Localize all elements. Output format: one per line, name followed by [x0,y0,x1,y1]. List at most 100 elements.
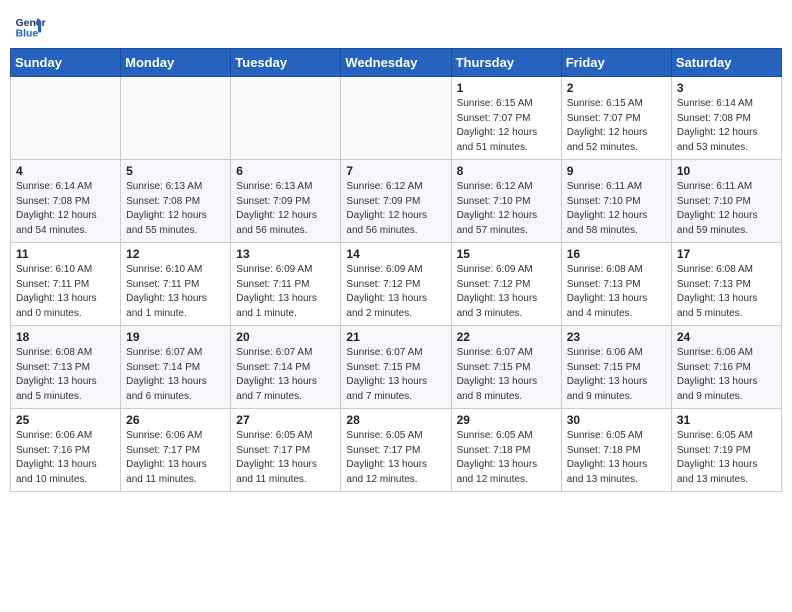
day-number: 31 [677,413,776,427]
day-info: Sunrise: 6:07 AM Sunset: 7:14 PM Dayligh… [126,346,225,404]
day-number: 1 [457,81,556,95]
weekday-wednesday: Wednesday [341,49,451,77]
day-cell: 10Sunrise: 6:11 AM Sunset: 7:10 PM Dayli… [671,160,781,243]
day-info: Sunrise: 6:07 AM Sunset: 7:15 PM Dayligh… [457,346,556,404]
day-number: 23 [567,330,666,344]
day-info: Sunrise: 6:05 AM Sunset: 7:18 PM Dayligh… [457,429,556,487]
day-cell [341,77,451,160]
day-info: Sunrise: 6:07 AM Sunset: 7:15 PM Dayligh… [346,346,445,404]
day-info: Sunrise: 6:05 AM Sunset: 7:17 PM Dayligh… [346,429,445,487]
day-number: 27 [236,413,335,427]
weekday-monday: Monday [121,49,231,77]
day-info: Sunrise: 6:06 AM Sunset: 7:17 PM Dayligh… [126,429,225,487]
day-cell: 13 Sunrise: 6:09 AM Sunset: 7:11 PM Dayli… [231,243,341,326]
day-info: Sunrise: 6:12 AM Sunset: 7:09 PM Dayligh… [346,180,445,238]
day-number: 13 [236,247,335,261]
day-number: 18 [16,330,115,344]
day-info: Sunrise: 6:10 AM Sunset: 7:11 PM Dayligh… [126,263,225,321]
day-number: 9 [567,164,666,178]
day-cell: 17 Sunrise: 6:08 AM Sunset: 7:13 PM Dayli… [671,243,781,326]
day-number: 24 [677,330,776,344]
day-info: Sunrise: 6:08 AM Sunset: 7:13 PM Dayligh… [567,263,666,321]
day-number: 17 [677,247,776,261]
day-cell: 30Sunrise: 6:05 AM Sunset: 7:18 PM Dayli… [561,409,671,492]
week-row-3: 11 Sunrise: 6:10 AM Sunset: 7:11 PM Dayli… [11,243,782,326]
day-number: 26 [126,413,225,427]
day-cell [121,77,231,160]
day-number: 22 [457,330,556,344]
day-number: 5 [126,164,225,178]
day-info: Sunrise: 6:08 AM Sunset: 7:13 PM Dayligh… [16,346,115,404]
day-number: 20 [236,330,335,344]
day-info: Sunrise: 6:14 AM Sunset: 7:08 PM Dayligh… [677,97,776,155]
day-info: Sunrise: 6:10 AM Sunset: 7:11 PM Dayligh… [16,263,115,321]
day-cell: 16 Sunrise: 6:08 AM Sunset: 7:13 PM Dayli… [561,243,671,326]
weekday-tuesday: Tuesday [231,49,341,77]
day-cell: 9 Sunrise: 6:11 AM Sunset: 7:10 PM Daylig… [561,160,671,243]
day-cell: 4 Sunrise: 6:14 AM Sunset: 7:08 PM Daylig… [11,160,121,243]
day-info: Sunrise: 6:06 AM Sunset: 7:15 PM Dayligh… [567,346,666,404]
day-number: 8 [457,164,556,178]
day-number: 2 [567,81,666,95]
day-info: Sunrise: 6:05 AM Sunset: 7:17 PM Dayligh… [236,429,335,487]
day-info: Sunrise: 6:05 AM Sunset: 7:19 PM Dayligh… [677,429,776,487]
day-cell: 1Sunrise: 6:15 AM Sunset: 7:07 PM Daylig… [451,77,561,160]
day-cell: 26 Sunrise: 6:06 AM Sunset: 7:17 PM Dayli… [121,409,231,492]
day-number: 12 [126,247,225,261]
day-cell: 15 Sunrise: 6:09 AM Sunset: 7:12 PM Dayli… [451,243,561,326]
day-number: 4 [16,164,115,178]
day-cell: 31 Sunrise: 6:05 AM Sunset: 7:19 PM Dayli… [671,409,781,492]
day-cell: 29 Sunrise: 6:05 AM Sunset: 7:18 PM Dayli… [451,409,561,492]
day-number: 14 [346,247,445,261]
day-cell: 5 Sunrise: 6:13 AM Sunset: 7:08 PM Daylig… [121,160,231,243]
day-number: 15 [457,247,556,261]
week-row-5: 25 Sunrise: 6:06 AM Sunset: 7:16 PM Dayli… [11,409,782,492]
day-number: 11 [16,247,115,261]
week-row-2: 4 Sunrise: 6:14 AM Sunset: 7:08 PM Daylig… [11,160,782,243]
weekday-saturday: Saturday [671,49,781,77]
day-info: Sunrise: 6:09 AM Sunset: 7:12 PM Dayligh… [457,263,556,321]
day-cell: 14Sunrise: 6:09 AM Sunset: 7:12 PM Dayli… [341,243,451,326]
day-cell: 6 Sunrise: 6:13 AM Sunset: 7:09 PM Daylig… [231,160,341,243]
day-info: Sunrise: 6:08 AM Sunset: 7:13 PM Dayligh… [677,263,776,321]
day-number: 25 [16,413,115,427]
week-row-1: 1 Sunrise: 6:15 AM Sunset: 7:07 PM Daylig… [11,77,782,160]
day-number: 16 [567,247,666,261]
day-cell: 22 Sunrise: 6:07 AM Sunset: 7:15 PM Dayli… [451,326,561,409]
logo: General Blue [14,10,46,42]
weekday-sunday: Sunday [11,49,121,77]
day-cell: 18 Sunrise: 6:08 AM Sunset: 7:13 PM Dayli… [11,326,121,409]
day-info: Sunrise: 6:11 AM Sunset: 7:10 PM Dayligh… [567,180,666,238]
day-cell: 19 Sunrise: 6:07 AM Sunset: 7:14 PM Dayli… [121,326,231,409]
weekday-thursday: Thursday [451,49,561,77]
day-info: Sunrise: 6:12 AM Sunset: 7:10 PM Dayligh… [457,180,556,238]
day-info: Sunrise: 6:09 AM Sunset: 7:11 PM Dayligh… [236,263,335,321]
day-number: 28 [346,413,445,427]
day-cell: 8 Sunrise: 6:12 AM Sunset: 7:10 PM Daylig… [451,160,561,243]
day-number: 7 [346,164,445,178]
day-number: 19 [126,330,225,344]
day-cell: 2 Sunrise: 6:15 AM Sunset: 7:07 PM Daylig… [561,77,671,160]
day-number: 29 [457,413,556,427]
day-cell [231,77,341,160]
svg-text:Blue: Blue [16,28,39,39]
day-info: Sunrise: 6:06 AM Sunset: 7:16 PM Dayligh… [16,429,115,487]
day-info: Sunrise: 6:11 AM Sunset: 7:10 PM Dayligh… [677,180,776,238]
day-info: Sunrise: 6:14 AM Sunset: 7:08 PM Dayligh… [16,180,115,238]
weekday-friday: Friday [561,49,671,77]
day-number: 3 [677,81,776,95]
day-info: Sunrise: 6:13 AM Sunset: 7:09 PM Dayligh… [236,180,335,238]
day-number: 6 [236,164,335,178]
day-info: Sunrise: 6:13 AM Sunset: 7:08 PM Dayligh… [126,180,225,238]
day-cell [11,77,121,160]
day-info: Sunrise: 6:15 AM Sunset: 7:07 PM Dayligh… [567,97,666,155]
weekday-header-row: SundayMondayTuesdayWednesdayThursdayFrid… [11,49,782,77]
week-row-4: 18 Sunrise: 6:08 AM Sunset: 7:13 PM Dayli… [11,326,782,409]
logo-icon: General Blue [14,10,46,42]
svg-text:General: General [16,18,46,29]
day-cell: 21Sunrise: 6:07 AM Sunset: 7:15 PM Dayli… [341,326,451,409]
header: General Blue [10,10,782,42]
day-cell: 24Sunrise: 6:06 AM Sunset: 7:16 PM Dayli… [671,326,781,409]
day-cell: 11 Sunrise: 6:10 AM Sunset: 7:11 PM Dayli… [11,243,121,326]
day-cell: 7 Sunrise: 6:12 AM Sunset: 7:09 PM Daylig… [341,160,451,243]
